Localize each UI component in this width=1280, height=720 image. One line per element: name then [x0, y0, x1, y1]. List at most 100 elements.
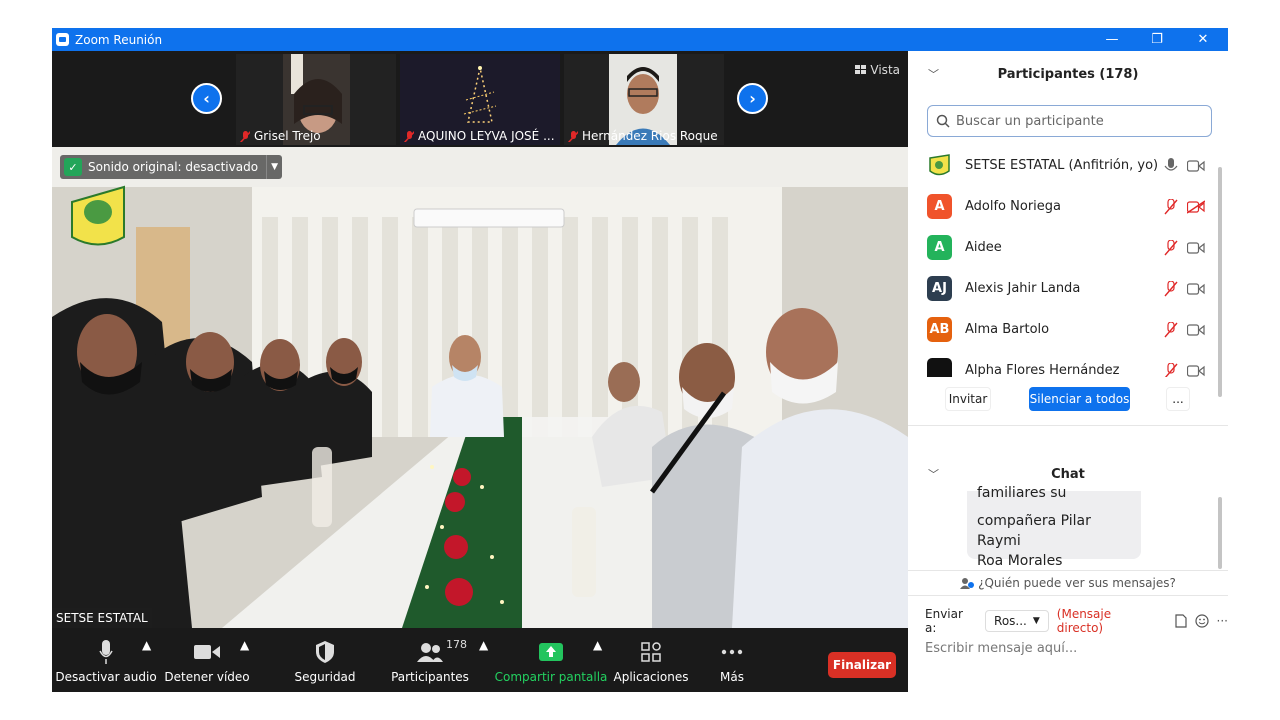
chat-message-line: Roa Morales: [977, 553, 1063, 569]
chat-scrollbar[interactable]: [1218, 497, 1222, 569]
recipient-select[interactable]: Ros... ▼: [985, 610, 1049, 632]
video-tile[interactable]: Hernández Rios Roque: [564, 54, 724, 145]
close-button[interactable]: ✕: [1180, 28, 1226, 51]
original-sound-toggle[interactable]: ✓ Sonido original: desactivado ▼: [60, 155, 283, 179]
more-options-button[interactable]: ...: [1166, 387, 1190, 411]
mic-muted-icon[interactable]: [1164, 321, 1178, 338]
avatar: A: [927, 235, 952, 260]
restore-button[interactable]: ❐: [1134, 28, 1180, 51]
search-placeholder: Buscar un participante: [956, 113, 1104, 129]
minimize-button[interactable]: —: [1089, 28, 1135, 51]
meeting-room-video: [52, 147, 908, 628]
thumbnail-strip: ‹ Grisel Trejo AQUINO LEYVA JOSÉ ... Her…: [52, 51, 908, 147]
mute-all-button[interactable]: Silenciar a todos: [1029, 387, 1130, 411]
share-screen-button[interactable]: Compartir pantalla: [495, 638, 607, 684]
chat-title: Chat: [1051, 466, 1085, 482]
participant-row[interactable]: Alpha Flores Hernández: [908, 350, 1218, 377]
file-icon[interactable]: [1175, 614, 1187, 628]
shield-icon: [316, 641, 334, 663]
who-can-see-link[interactable]: ¿Quién puede ver sus mensajes?: [908, 570, 1228, 596]
chevron-right-icon: ›: [749, 89, 756, 108]
mic-muted-icon: [568, 130, 578, 142]
meeting-toolbar: Desactivar audio ▲ Detener vídeo ▲ Segur…: [52, 628, 908, 692]
participant-name: Grisel Trejo: [254, 129, 321, 143]
chevron-down-icon[interactable]: ▼: [266, 155, 282, 179]
collapse-chat-icon[interactable]: ﹀: [928, 466, 939, 482]
view-label: Vista: [870, 63, 900, 77]
apps-button[interactable]: Aplicaciones: [614, 638, 688, 684]
mic-muted-icon[interactable]: [1164, 280, 1178, 297]
direct-message-label: (Mensaje directo): [1056, 607, 1112, 635]
next-page-button[interactable]: ›: [737, 83, 768, 114]
title-bar: Zoom Reunión — ❐ ✕: [52, 28, 1228, 51]
chat-message-line: familiares su: [977, 485, 1067, 501]
mute-audio-button[interactable]: Desactivar audio: [55, 638, 157, 684]
video-camera-icon[interactable]: [1187, 364, 1205, 378]
mic-muted-icon[interactable]: [1164, 198, 1178, 215]
participant-row[interactable]: AJ Alexis Jahir Landa: [908, 268, 1218, 309]
microphone-icon: [99, 640, 113, 664]
chevron-left-icon: ‹: [203, 89, 210, 108]
side-panel: ﹀ Participantes (178) Buscar un particip…: [908, 51, 1228, 692]
invite-button[interactable]: Invitar: [945, 387, 991, 411]
end-meeting-button[interactable]: Finalizar: [828, 652, 896, 678]
chat-message-bubble: familiares su compañera Pilar Raymi Roa …: [967, 485, 1141, 569]
participant-search-input[interactable]: Buscar un participante: [927, 105, 1212, 137]
stop-video-button[interactable]: Detener vídeo: [164, 638, 250, 684]
avatar: AB: [927, 317, 952, 342]
participant-name: Alpha Flores Hernández: [965, 363, 1120, 377]
participant-name: SETSE ESTATAL (Anfitrión, yo): [965, 158, 1159, 173]
participant-name: Hernández Rios Roque: [582, 129, 718, 143]
view-button[interactable]: Vista: [855, 63, 900, 77]
who-can-see-label: ¿Quién puede ver sus mensajes?: [978, 576, 1176, 590]
window-title: Zoom Reunión: [75, 32, 163, 47]
video-options-caret[interactable]: ▲: [240, 638, 249, 652]
video-tile[interactable]: Grisel Trejo: [236, 54, 396, 145]
video-camera-icon: [194, 645, 220, 659]
send-to-label: Enviar a:: [925, 607, 963, 635]
apps-label: Aplicaciones: [613, 670, 689, 684]
more-button[interactable]: Más: [716, 638, 748, 684]
participants-header: ﹀ Participantes (178): [908, 51, 1228, 97]
participant-row[interactable]: A Adolfo Noriega: [908, 186, 1218, 227]
participants-scrollbar[interactable]: [1218, 167, 1222, 397]
video-camera-icon[interactable]: [1187, 159, 1205, 173]
participant-row[interactable]: AB Alma Bartolo: [908, 309, 1218, 350]
participant-name: Aidee: [965, 240, 1002, 255]
participants-options-caret[interactable]: ▲: [479, 638, 488, 652]
people-icon: [960, 578, 975, 589]
chat-message-input[interactable]: Escribir mensaje aquí...: [925, 641, 1077, 656]
mic-muted-icon[interactable]: [1164, 239, 1178, 256]
security-button[interactable]: Seguridad: [292, 638, 358, 684]
avatar: [927, 358, 952, 377]
video-camera-icon[interactable]: [1187, 282, 1205, 296]
apps-icon: [641, 642, 661, 662]
collapse-participants-icon[interactable]: ﹀: [928, 66, 939, 82]
participant-row[interactable]: SETSE ESTATAL (Anfitrión, yo): [908, 145, 1218, 186]
recipient-value: Ros...: [994, 614, 1027, 628]
share-screen-icon: [539, 643, 563, 661]
mic-muted-icon: [404, 130, 414, 142]
divider: [908, 425, 1228, 426]
emoji-icon[interactable]: [1195, 614, 1209, 628]
mic-muted-icon[interactable]: [1164, 362, 1178, 378]
avatar: AJ: [927, 276, 952, 301]
video-tile[interactable]: AQUINO LEYVA JOSÉ ...: [400, 54, 560, 145]
video-off-icon[interactable]: [1187, 199, 1205, 214]
send-to-row: Enviar a: Ros... ▼ (Mensaje directo) ···: [925, 607, 1228, 635]
prev-page-button[interactable]: ‹: [191, 83, 222, 114]
video-camera-icon[interactable]: [1187, 323, 1205, 337]
chat-more-icon[interactable]: ···: [1217, 614, 1228, 628]
more-label: Más: [720, 670, 744, 684]
participant-list: SETSE ESTATAL (Anfitrión, yo) A Adolfo N…: [908, 145, 1218, 377]
share-options-caret[interactable]: ▲: [593, 638, 602, 652]
meeting-area: ‹ Grisel Trejo AQUINO LEYVA JOSÉ ... Her…: [52, 51, 908, 692]
original-sound-label: Sonido original: desactivado: [88, 160, 259, 174]
video-camera-icon[interactable]: [1187, 241, 1205, 255]
chevron-down-icon: ▼: [1032, 616, 1040, 626]
audio-options-caret[interactable]: ▲: [142, 638, 151, 652]
stop-video-label: Detener vídeo: [164, 670, 250, 684]
participant-row[interactable]: A Aidee: [908, 227, 1218, 268]
microphone-icon[interactable]: [1164, 157, 1178, 174]
encryption-shield-icon: ✓: [64, 158, 82, 176]
